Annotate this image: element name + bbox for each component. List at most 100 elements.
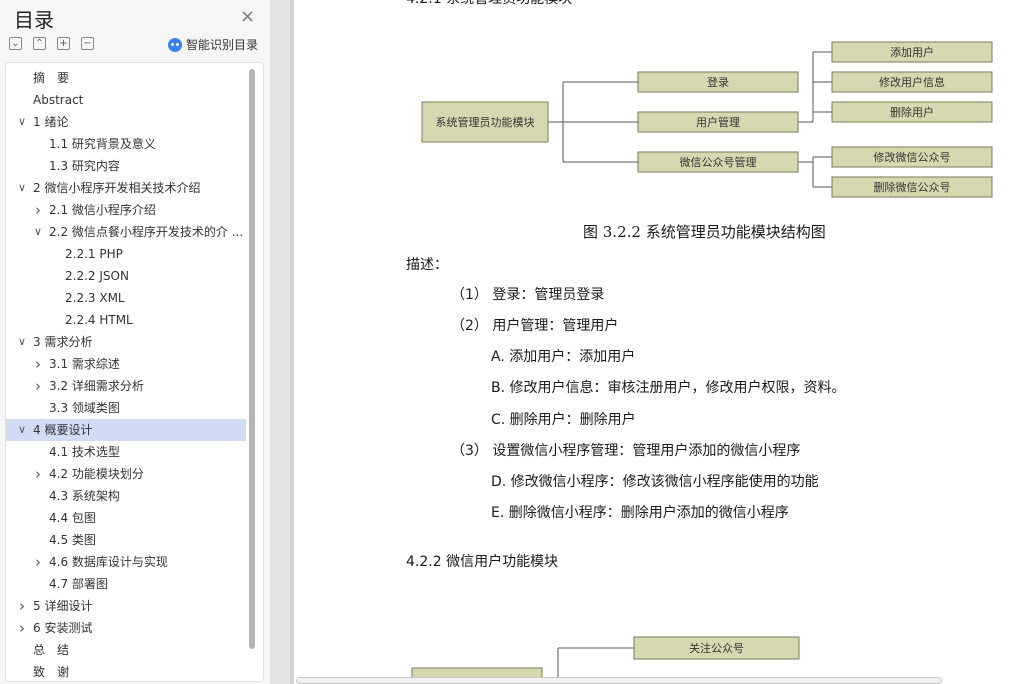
ai-robot-icon <box>168 37 182 52</box>
toc-item-label: 4.3 系统架构 <box>49 489 120 503</box>
desc-line-3: （3） 设置微信小程序管理：管理用户添加的微信小程序 <box>451 443 801 459</box>
chevron-down-icon[interactable]: ∨ <box>16 177 28 199</box>
close-icon[interactable]: × <box>240 6 255 27</box>
toc-item[interactable]: 1.1 研究背景及意义 <box>6 133 246 155</box>
toc-item-label: 1.1 研究背景及意义 <box>49 137 156 151</box>
smart-toc-button[interactable]: 智能识别目录 <box>168 36 258 53</box>
diagram-node-edit-user: 修改用户信息 <box>831 71 993 93</box>
toc-item-label: 3.1 需求综述 <box>49 357 120 371</box>
chevron-down-icon[interactable]: ∨ <box>16 331 28 353</box>
toc-item-label: 3.3 领域类图 <box>49 401 120 415</box>
toc-item[interactable]: ∨ 2 微信小程序开发相关技术介绍 <box>6 177 246 199</box>
toc-item[interactable]: 4.5 类图 <box>6 529 246 551</box>
desc-line-b: B. 修改用户信息：审核注册用户，修改用户权限，资料。 <box>491 380 846 396</box>
diagram-node-login-label: 登录 <box>707 75 729 89</box>
toc-item[interactable]: ∨ 3 需求分析 <box>6 331 246 353</box>
toc-item[interactable]: ∨ 1 绪论 <box>6 111 246 133</box>
toc-item[interactable]: ∨ 2.2 微信点餐小程序开发技术的介 ... <box>6 221 246 243</box>
toc-item-label: 2.1 微信小程序介绍 <box>49 203 156 217</box>
chevron-down-icon[interactable]: ∨ <box>16 419 28 441</box>
chevron-right-icon[interactable]: › <box>32 463 44 485</box>
toc-item[interactable]: › 5 详细设计 <box>6 595 246 617</box>
toc-item[interactable]: › 4.6 数据库设计与实现 <box>6 551 246 573</box>
chevron-down-icon[interactable]: ∨ <box>32 221 44 243</box>
toc-item-label: 4.7 部署图 <box>49 577 108 591</box>
chevron-up-icon[interactable]: ⌃ <box>33 37 46 50</box>
toc-item-label: 2.2.3 XML <box>65 291 125 305</box>
chevron-right-icon[interactable]: › <box>32 375 44 397</box>
diagram-root-node: 系统管理员功能模块 <box>421 101 549 143</box>
toc-item-label: 4 概要设计 <box>33 423 93 437</box>
chevron-right-icon[interactable]: › <box>16 617 28 639</box>
toc-item-label: 2.2.2 JSON <box>65 269 129 283</box>
toc-panel: 目录 × ⌄ ⌃ + − 智能识别目录 摘 要 Abstract ∨ 1 绪论 1.1 … <box>0 0 270 684</box>
diagram-node-user-mgmt-label: 用户管理 <box>696 115 740 129</box>
toc-item[interactable]: 1.3 研究内容 <box>6 155 246 177</box>
desc-line-c: C. 删除用户：删除用户 <box>491 412 636 428</box>
toc-scrollbar-thumb[interactable] <box>249 69 255 649</box>
chevron-down-icon[interactable]: ∨ <box>16 111 28 133</box>
chevron-right-icon[interactable]: › <box>32 199 44 221</box>
expand-icon[interactable]: + <box>57 37 70 50</box>
toc-item[interactable]: 2.2.3 XML <box>6 287 246 309</box>
chevron-right-icon[interactable]: › <box>32 551 44 573</box>
toc-item-label: 4.6 数据库设计与实现 <box>49 555 168 569</box>
diagram-root-node-label: 系统管理员功能模块 <box>436 115 535 129</box>
desc-line-1: （1） 登录：管理员登录 <box>451 287 605 303</box>
toc-item[interactable]: ∨ 4 概要设计 <box>6 419 246 441</box>
diagram-node-add-user: 添加用户 <box>831 41 993 63</box>
toc-title: 目录 <box>14 8 54 32</box>
diagram-node-login: 登录 <box>637 71 799 93</box>
toc-list: 摘 要 Abstract ∨ 1 绪论 1.1 研究背景及意义 1.3 研究内容 ∨ 2 微信… <box>6 67 246 681</box>
toc-list-container: 摘 要 Abstract ∨ 1 绪论 1.1 研究背景及意义 1.3 研究内容 ∨ 2 微信… <box>5 62 264 682</box>
desc-line-d: D. 修改微信小程序：修改该微信小程序能使用的功能 <box>491 474 819 490</box>
section-heading: 4.2.2 微信用户功能模块 <box>406 554 559 570</box>
toc-item-label: 致 谢 <box>33 665 70 679</box>
toc-scrollbar[interactable] <box>249 69 255 649</box>
toc-item[interactable]: › 3.2 详细需求分析 <box>6 375 246 397</box>
horizontal-scrollbar[interactable] <box>296 677 942 684</box>
chevron-down-icon[interactable]: ⌄ <box>9 37 22 50</box>
toc-item[interactable]: › 2.1 微信小程序介绍 <box>6 199 246 221</box>
figure-caption: 图 3.2.2 系统管理员功能模块结构图 <box>583 223 826 241</box>
diagram-node-delete-wechat-label: 删除微信公众号 <box>874 180 951 194</box>
toc-item-label: 摘 要 <box>33 71 70 85</box>
toc-item-label: 2 微信小程序开发相关技术介绍 <box>33 181 201 195</box>
toc-item[interactable]: 4.3 系统架构 <box>6 485 246 507</box>
diagram-node-follow: 关注公众号 <box>633 636 800 660</box>
diagram-node-edit-user-label: 修改用户信息 <box>879 75 945 89</box>
chevron-right-icon[interactable]: › <box>32 353 44 375</box>
toc-item-label: 2.2.4 HTML <box>65 313 133 327</box>
user-module-diagram-partial: 关注公众号 <box>411 636 800 684</box>
document-page: 4.2.1 系统管理员功能模块 系统管理员功能模块登录用户管理微信公众号管理添加… <box>294 0 1027 684</box>
toc-item[interactable]: 2.2.4 HTML <box>6 309 246 331</box>
toc-item[interactable]: 2.2.1 PHP <box>6 243 246 265</box>
toc-item[interactable]: 致 谢 <box>6 661 246 681</box>
toc-item-label: 4.5 类图 <box>49 533 96 547</box>
toc-item-label: 3 需求分析 <box>33 335 93 349</box>
diagram-node-delete-user-label: 删除用户 <box>890 105 934 119</box>
toc-item[interactable]: 总 结 <box>6 639 246 661</box>
toc-item-label: 4.1 技术选型 <box>49 445 120 459</box>
toc-item[interactable]: 4.4 包图 <box>6 507 246 529</box>
desc-line-e: E. 删除微信小程序：删除用户添加的微信小程序 <box>491 505 789 521</box>
toc-item[interactable]: › 6 安装测试 <box>6 617 246 639</box>
toc-item[interactable]: 摘 要 <box>6 67 246 89</box>
toc-item-label: 4.4 包图 <box>49 511 96 525</box>
diagram-node-user-mgmt: 用户管理 <box>637 111 799 133</box>
toc-item[interactable]: 2.2.2 JSON <box>6 265 246 287</box>
collapse-icon[interactable]: − <box>81 37 94 50</box>
toc-item[interactable]: 4.7 部署图 <box>6 573 246 595</box>
toc-item[interactable]: 3.3 领域类图 <box>6 397 246 419</box>
toc-item[interactable]: Abstract <box>6 89 246 111</box>
toc-item[interactable]: › 4.2 功能模块划分 <box>6 463 246 485</box>
toc-item-label: 3.2 详细需求分析 <box>49 379 144 393</box>
toc-item[interactable]: › 3.1 需求综述 <box>6 353 246 375</box>
diagram-node-follow-label: 关注公众号 <box>689 641 744 655</box>
toc-item-label: 1.3 研究内容 <box>49 159 120 173</box>
diagram-node-edit-wechat: 修改微信公众号 <box>831 146 993 168</box>
toc-item[interactable]: 4.1 技术选型 <box>6 441 246 463</box>
toc-item-label: 5 详细设计 <box>33 599 93 613</box>
toc-item-label: 总 结 <box>33 643 70 657</box>
chevron-right-icon[interactable]: › <box>16 595 28 617</box>
